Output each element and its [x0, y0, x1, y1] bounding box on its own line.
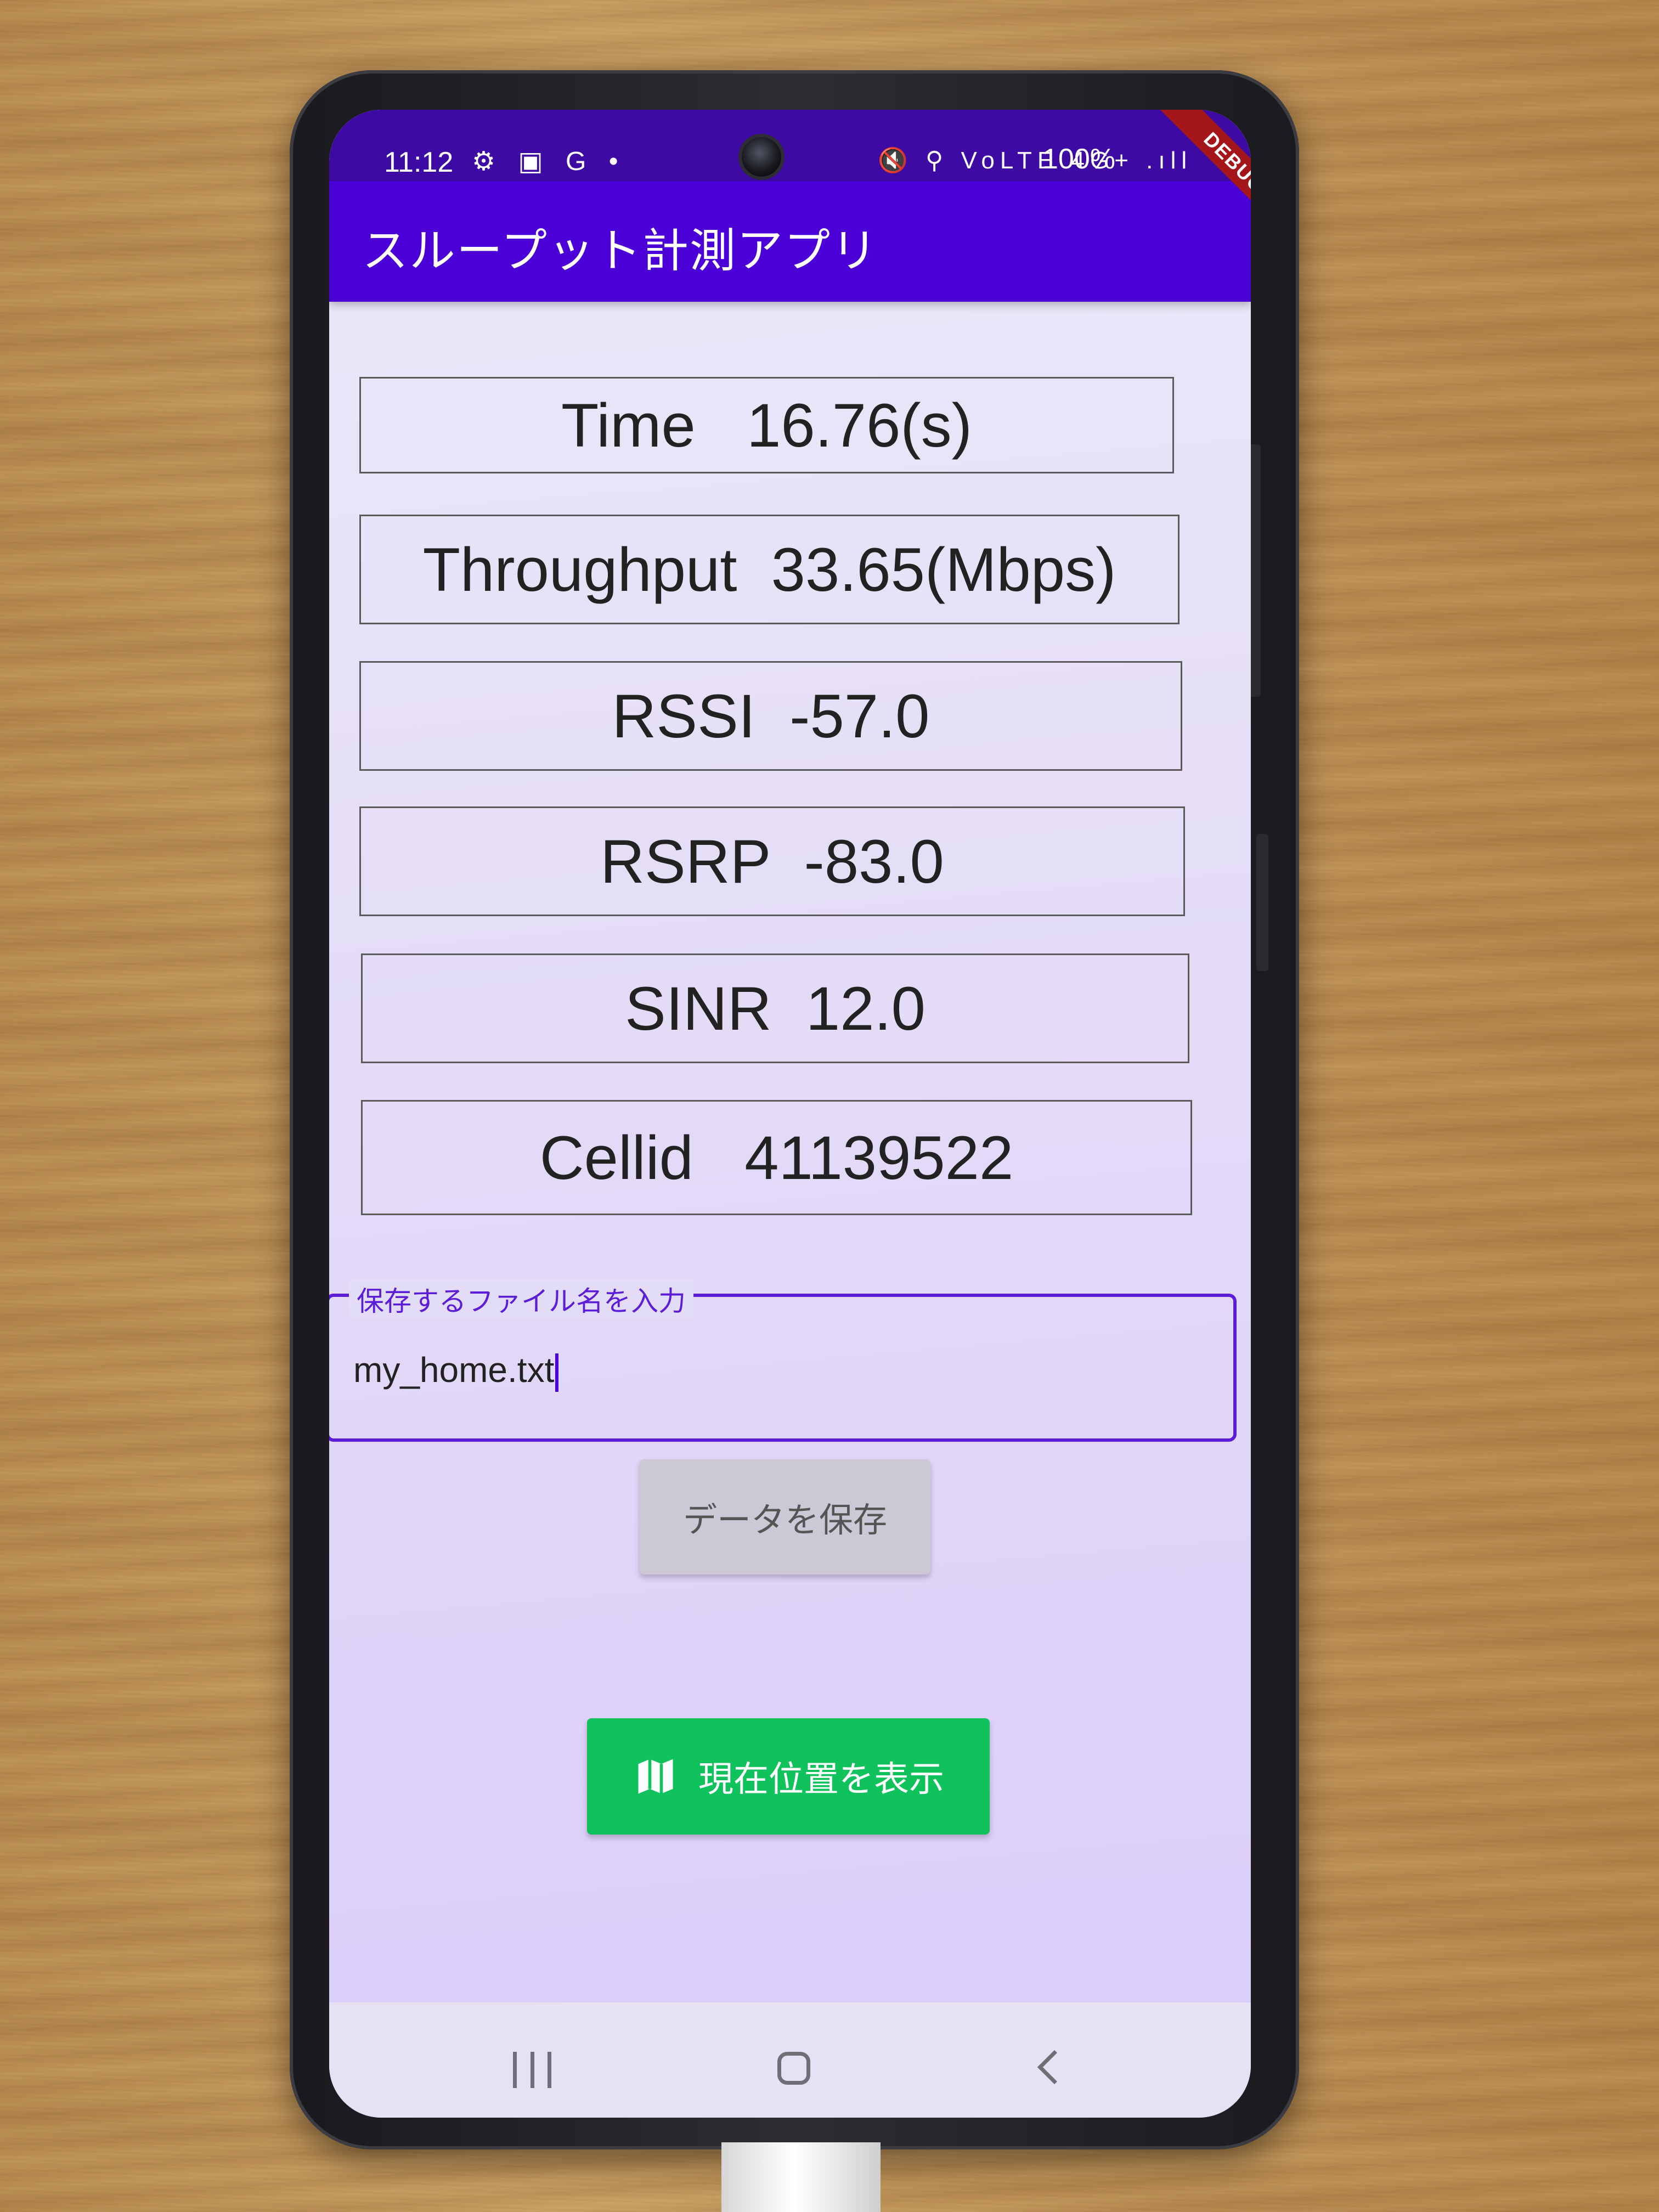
save-button-label: データを保存 — [682, 1502, 887, 1539]
filename-value: my_home.txt — [353, 1350, 555, 1390]
phone-screen: 11:12 ⚙ ▣ G • 🔇 ⚲ VoLTE 4G+ .ıll 100% スル… — [329, 110, 1251, 2118]
status-time: 11:12 — [384, 146, 454, 178]
app-bar: スループット計測アプリ — [329, 181, 1251, 302]
time-box: Time 16.76(s) — [359, 377, 1174, 473]
rsrp-box: RSRP -83.0 — [359, 806, 1185, 916]
time-text: Time 16.76(s) — [561, 391, 972, 460]
throughput-text: Throughput 33.65(Mbps) — [422, 535, 1116, 604]
rssi-box: RSSI -57.0 — [359, 661, 1182, 771]
map-icon — [638, 1759, 673, 1794]
text-cursor — [555, 1353, 559, 1392]
filename-input[interactable]: 保存するファイル名を入力 my_home.txt — [329, 1279, 1237, 1442]
home-icon[interactable] — [777, 2052, 810, 2085]
save-data-button[interactable]: データを保存 — [640, 1459, 930, 1575]
show-location-button[interactable]: 現在位置を表示 — [587, 1718, 990, 1835]
location-button-label: 現在位置を表示 — [698, 1759, 944, 1799]
throughput-box: Throughput 33.65(Mbps) — [359, 515, 1180, 624]
status-left-icons: ⚙ ▣ G • — [472, 147, 626, 176]
app-title: スループット計測アプリ — [362, 225, 878, 276]
usb-cable — [721, 2142, 881, 2212]
volume-button — [1256, 834, 1268, 971]
sinr-box: SINR 12.0 — [361, 953, 1189, 1063]
cellid-box: Cellid 41139522 — [361, 1100, 1192, 1215]
status-right-icons: 🔇 ⚲ VoLTE 4G+ .ıll — [878, 147, 1193, 174]
recent-apps-icon[interactable] — [513, 2052, 551, 2088]
back-icon[interactable] — [1037, 2050, 1072, 2085]
filename-label: 保存するファイル名を入力 — [349, 1279, 693, 1319]
battery-level: 100% — [1042, 143, 1115, 175]
rsrp-text: RSRP -83.0 — [600, 827, 944, 896]
status-bar: 11:12 ⚙ ▣ G • 🔇 ⚲ VoLTE 4G+ .ıll 100% — [329, 110, 1251, 181]
sinr-text: SINR 12.0 — [625, 974, 926, 1043]
cellid-text: Cellid 41139522 — [539, 1123, 1014, 1192]
front-camera — [742, 137, 781, 177]
navigation-bar — [329, 2002, 1251, 2118]
rssi-text: RSSI -57.0 — [612, 681, 930, 751]
